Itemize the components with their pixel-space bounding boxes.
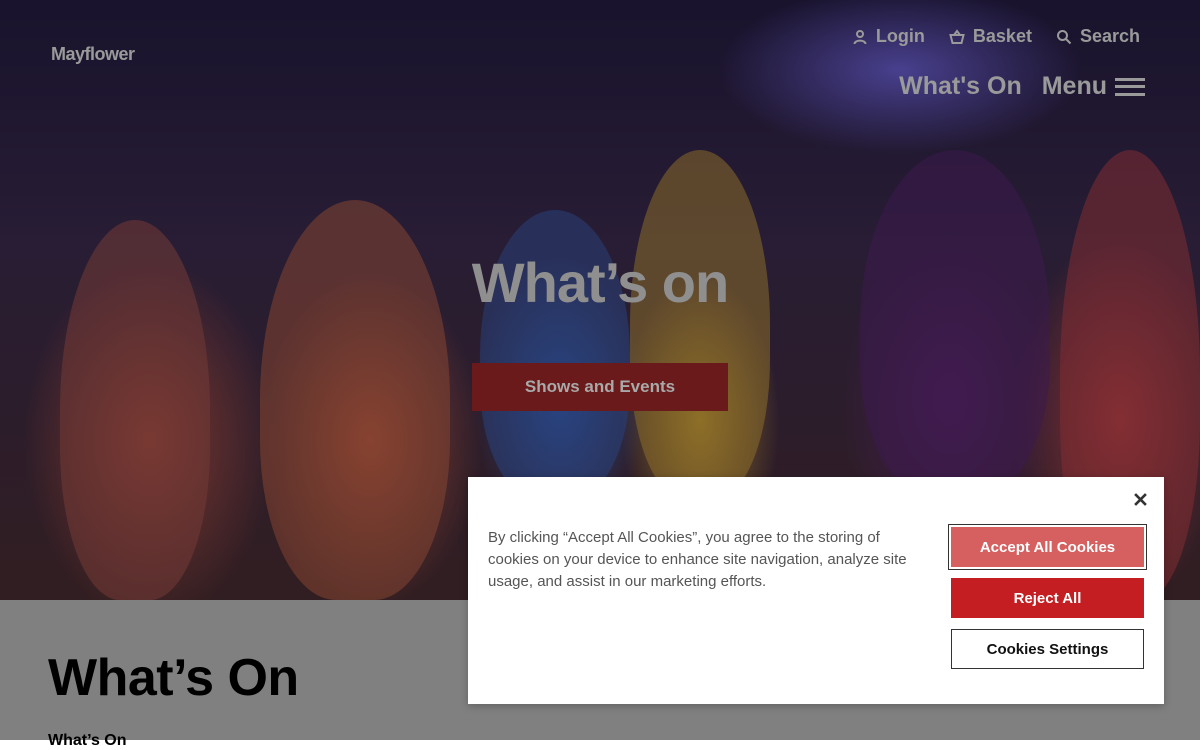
search-label: Search [1079,26,1140,46]
menu-label: Menu [1041,72,1107,100]
cookie-policy-text: By clicking “Accept All Cookies”, you ag… [488,529,907,590]
close-icon [1133,492,1147,506]
main-nav: What's On Menu [899,72,1145,101]
accept-all-cookies-button[interactable]: Accept All Cookies [948,524,1147,570]
basket-link[interactable]: Basket [949,26,1032,47]
hamburger-icon [1115,77,1145,96]
site-logo[interactable]: Mayflower [51,44,135,65]
reject-all-button[interactable]: Reject All [951,578,1144,618]
login-link[interactable]: Login [852,26,925,47]
breadcrumb[interactable]: What’s On [48,732,127,750]
hero-title: What’s on [471,251,729,314]
menu-button[interactable]: Menu [1042,72,1145,101]
cookie-consent-banner: By clicking “Accept All Cookies”, you ag… [468,477,1164,704]
basket-label: Basket [972,26,1032,46]
cookie-close-button[interactable] [1130,489,1150,509]
user-icon [853,29,867,44]
search-icon [1056,29,1072,44]
page-title: What’s On [48,649,299,707]
shows-and-events-button[interactable]: Shows and Events [472,363,728,411]
search-link[interactable]: Search [1056,26,1140,47]
nav-whats-on[interactable]: What's On [899,72,1022,101]
basket-icon [949,28,965,44]
cookies-settings-button[interactable]: Cookies Settings [951,629,1144,669]
login-label: Login [875,26,925,46]
utility-nav: Login Basket Search [852,26,1140,47]
